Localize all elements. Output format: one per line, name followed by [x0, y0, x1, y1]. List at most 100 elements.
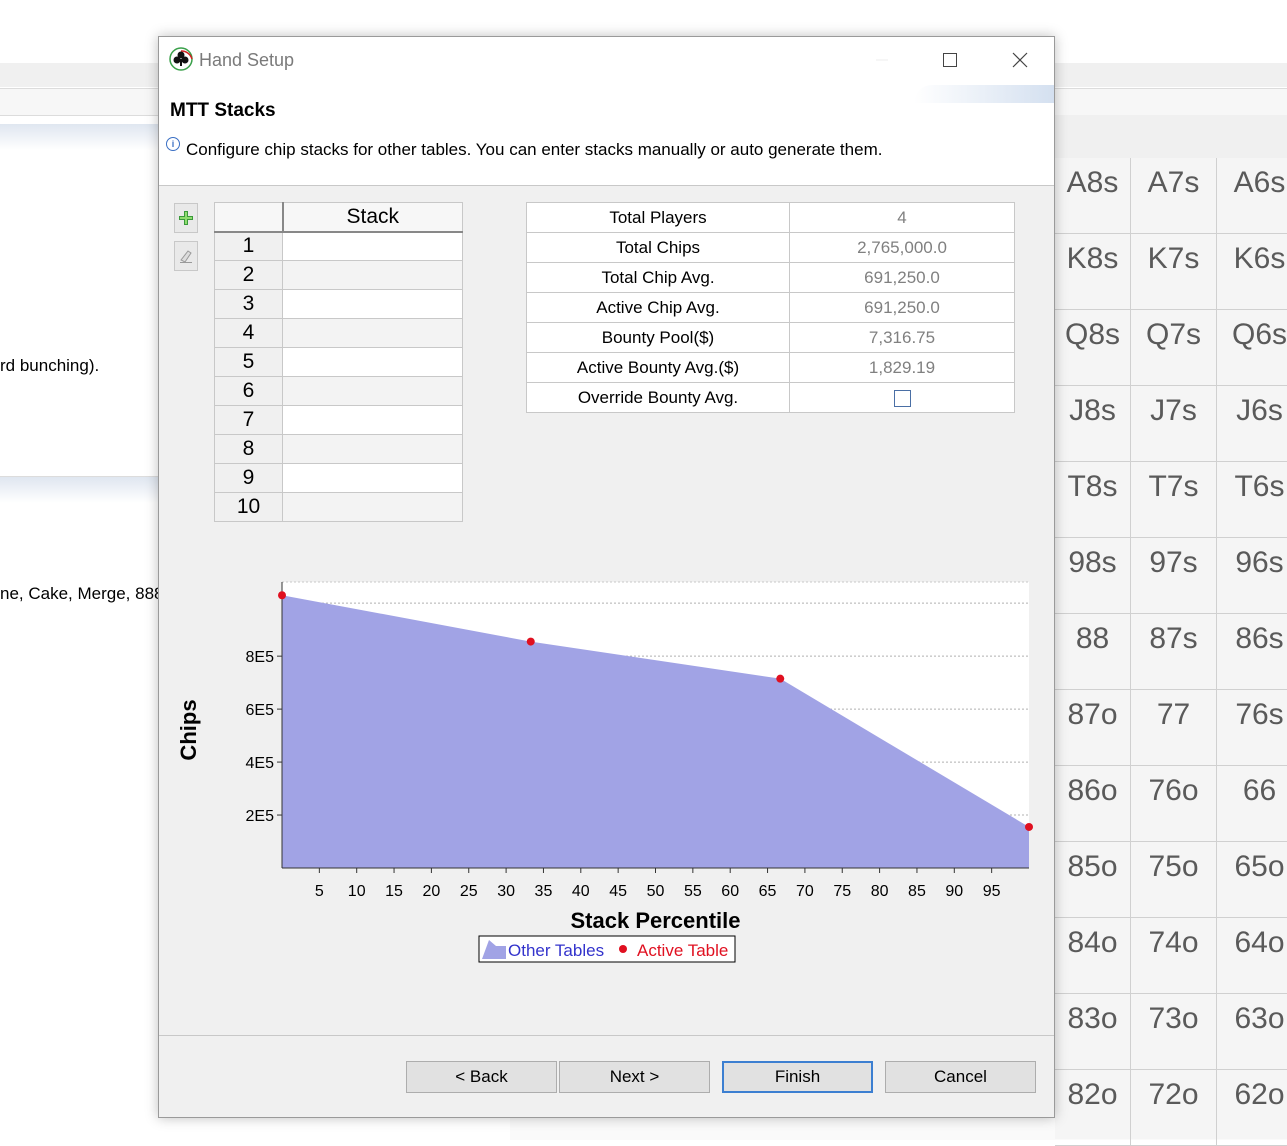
y-tick-label: 8E5 — [246, 649, 275, 666]
stack-table: Stack 1 2 3 4 5 6 7 8 9 10 — [214, 202, 463, 522]
hand-cell[interactable]: 72o — [1131, 1070, 1217, 1146]
stack-row: 5 — [214, 347, 463, 377]
active-table-point — [278, 591, 286, 600]
add-row-button[interactable] — [174, 203, 198, 233]
hand-cell[interactable]: 97s — [1131, 538, 1217, 614]
stack-row: 7 — [214, 405, 463, 435]
hand-cell[interactable]: T8s — [1055, 462, 1131, 538]
page-title: MTT Stacks — [170, 100, 276, 121]
hand-cell[interactable]: 98s — [1055, 538, 1131, 614]
stack-cell[interactable] — [282, 318, 463, 348]
active-table-point — [776, 674, 785, 683]
active-table-point — [526, 637, 535, 646]
stack-cell[interactable] — [282, 347, 463, 377]
stack-cell[interactable] — [282, 492, 463, 522]
close-button[interactable] — [997, 41, 1043, 79]
back-button[interactable]: < Back — [406, 1061, 557, 1093]
clear-button[interactable] — [174, 241, 198, 271]
summary-row: Total Chips 2,765,000.0 — [526, 232, 1015, 263]
stack-cell[interactable] — [282, 376, 463, 406]
next-button[interactable]: Next > — [559, 1061, 710, 1093]
hand-cell[interactable]: 86o — [1055, 766, 1131, 842]
stack-row: 6 — [214, 376, 463, 406]
hand-cell[interactable]: 64o — [1217, 918, 1287, 994]
app-club-icon — [169, 47, 193, 71]
stack-chart: 5 10 15 20 25 30 35 40 45 50 55 60 65 70 75 80 85 90 95 2E5… — [176, 581, 1033, 963]
close-icon — [1012, 52, 1028, 68]
stack-row-number: 2 — [214, 260, 283, 290]
hand-cell[interactable]: K7s — [1131, 234, 1217, 310]
hand-cell[interactable]: 63o — [1217, 994, 1287, 1070]
hand-cell[interactable]: 87s — [1131, 614, 1217, 690]
stack-row-number: 1 — [214, 231, 283, 261]
stack-row-number: 9 — [214, 463, 283, 493]
x-tick-label: 95 — [983, 883, 1001, 900]
hand-cell[interactable]: 84o — [1055, 918, 1131, 994]
summary-row: Bounty Pool($) 7,316.75 — [526, 322, 1015, 353]
stack-row-number: 10 — [214, 492, 283, 522]
stack-cell[interactable] — [282, 434, 463, 464]
hand-cell[interactable]: 85o — [1055, 842, 1131, 918]
hand-cell[interactable]: 66 — [1217, 766, 1287, 842]
minimize-button[interactable] — [859, 41, 905, 79]
stack-cell[interactable] — [282, 260, 463, 290]
summary-label: Total Players — [526, 202, 790, 233]
override-bounty-checkbox[interactable] — [893, 389, 911, 407]
cancel-button[interactable]: Cancel — [885, 1061, 1036, 1093]
hand-cell[interactable]: 86s — [1217, 614, 1287, 690]
hand-cell[interactable]: Q8s — [1055, 310, 1131, 386]
x-tick-label: 60 — [721, 883, 739, 900]
stack-cell[interactable] — [282, 289, 463, 319]
bg-text-2: ne, Cake, Merge, 888 — [0, 584, 164, 603]
finish-button[interactable]: Finish — [722, 1061, 873, 1093]
hand-cell[interactable]: J6s — [1217, 386, 1287, 462]
hand-cell[interactable]: 62o — [1217, 1070, 1287, 1146]
summary-table: Total Players 4 Total Chips 2,765,000.0 Tota… — [526, 202, 1015, 413]
y-tick-label: 6E5 — [246, 702, 275, 719]
hand-cell[interactable]: K6s — [1217, 234, 1287, 310]
x-axis-title: Stack Percentile — [571, 908, 741, 933]
stack-cell[interactable] — [282, 463, 463, 493]
hand-cell[interactable]: 77 — [1131, 690, 1217, 766]
legend-point-swatch — [619, 945, 627, 953]
hand-cell[interactable]: K8s — [1055, 234, 1131, 310]
x-tick-label: 85 — [908, 883, 926, 900]
stack-row: 4 — [214, 318, 463, 348]
hand-cell[interactable]: A7s — [1131, 158, 1217, 234]
bg-section-header-2 — [0, 477, 160, 503]
hand-cell[interactable]: J8s — [1055, 386, 1131, 462]
hand-cell[interactable]: A6s — [1217, 158, 1287, 234]
hand-cell[interactable]: T7s — [1131, 462, 1217, 538]
hand-cell[interactable]: T6s — [1217, 462, 1287, 538]
hand-cell[interactable]: 75o — [1131, 842, 1217, 918]
hand-cell[interactable]: 65o — [1217, 842, 1287, 918]
hand-cell[interactable]: 73o — [1131, 994, 1217, 1070]
hand-cell[interactable]: 76o — [1131, 766, 1217, 842]
hand-cell[interactable]: 88 — [1055, 614, 1131, 690]
hand-cell[interactable]: 96s — [1217, 538, 1287, 614]
hand-cell[interactable]: J7s — [1131, 386, 1217, 462]
x-tick-label: 80 — [871, 883, 889, 900]
y-axis-title: Chips — [176, 699, 201, 760]
summary-row: Active Bounty Avg.($) 1,829.19 — [526, 352, 1015, 383]
stack-row-number: 3 — [214, 289, 283, 319]
hand-cell[interactable]: Q6s — [1217, 310, 1287, 386]
legend-other-tables: Other Tables — [508, 941, 604, 960]
hand-cell[interactable]: 87o — [1055, 690, 1131, 766]
summary-value: 691,250.0 — [789, 262, 1015, 293]
hand-cell[interactable]: 83o — [1055, 994, 1131, 1070]
summary-label: Total Chip Avg. — [526, 262, 790, 293]
hand-cell[interactable]: Q7s — [1131, 310, 1217, 386]
stack-table-corner — [214, 202, 283, 233]
stack-cell[interactable] — [282, 405, 463, 435]
maximize-button[interactable] — [927, 41, 973, 79]
hand-cell[interactable]: 82o — [1055, 1070, 1131, 1146]
wizard-header: MTT Stacks i Configure chip stacks for o… — [159, 85, 1054, 186]
x-tick-label: 75 — [833, 883, 851, 900]
hand-cell[interactable]: 76s — [1217, 690, 1287, 766]
stack-cell[interactable] — [282, 231, 463, 261]
hand-cell[interactable]: A8s — [1055, 158, 1131, 234]
summary-value: 1,829.19 — [789, 352, 1015, 383]
footer-separator — [159, 1035, 1054, 1036]
hand-cell[interactable]: 74o — [1131, 918, 1217, 994]
